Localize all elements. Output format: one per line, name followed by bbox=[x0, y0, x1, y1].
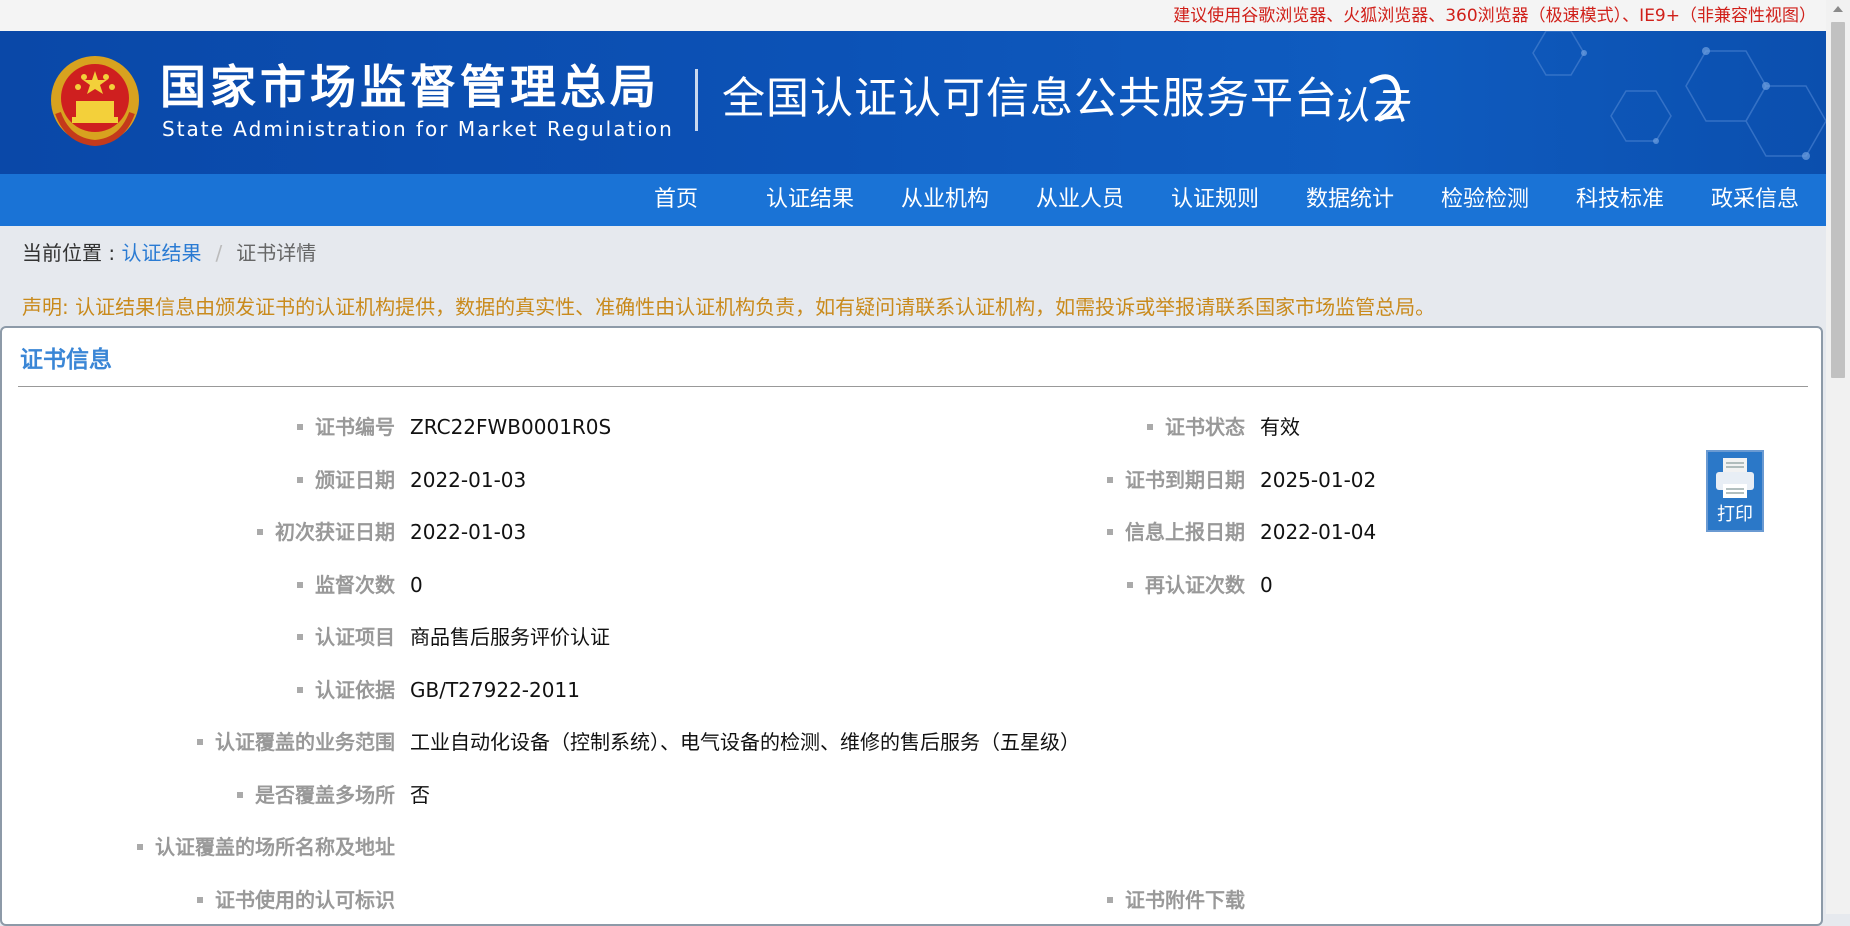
field-cert-item: 认证项目 bbox=[2, 622, 395, 652]
print-label: 打印 bbox=[1717, 504, 1753, 525]
field-attachment-download: 证书附件下载 bbox=[2, 885, 1245, 915]
field-label: 认证依据 bbox=[297, 675, 395, 705]
field-label: 是否覆盖多场所 bbox=[237, 780, 395, 810]
national-emblem-icon bbox=[51, 56, 139, 147]
section-title: 证书信息 bbox=[20, 347, 112, 373]
nav-cert-results[interactable]: 认证结果 bbox=[766, 186, 854, 214]
browser-notice-bar: 建议使用谷歌浏览器、火狐浏览器、360浏览器（极速模式）、IE9+（非兼容性视图… bbox=[0, 0, 1826, 31]
nav-personnel[interactable]: 从业人员 bbox=[1036, 186, 1124, 214]
scroll-up-arrow-icon[interactable] bbox=[1833, 6, 1843, 12]
field-label: 信息上报日期 bbox=[1107, 517, 1245, 547]
nav-cert-rules[interactable]: 认证规则 bbox=[1171, 186, 1259, 214]
breadcrumb: 当前位置 : 认证结果 / 证书详情 bbox=[22, 240, 316, 266]
header-banner: 国家市场监督管理总局 State Administration for Mark… bbox=[0, 31, 1826, 174]
field-value-expiry-date: 2025-01-02 bbox=[1260, 468, 1377, 492]
disclaimer-text: 声明: 认证结果信息由颁发证书的认证机构提供，数据的真实性、准确性由认证机构负责… bbox=[22, 295, 1436, 319]
nav-inspection[interactable]: 检验检测 bbox=[1441, 186, 1529, 214]
printer-icon bbox=[1716, 458, 1754, 498]
platform-title: 全国认证认可信息公共服务平台 bbox=[722, 74, 1338, 124]
scrollbar-thumb[interactable] bbox=[1831, 22, 1845, 378]
field-business-scope: 认证覆盖的业务范围 bbox=[2, 727, 395, 757]
field-expiry-date: 证书到期日期 bbox=[2, 465, 1245, 495]
field-cert-status: 证书状态 bbox=[2, 412, 1245, 442]
section-divider bbox=[18, 386, 1808, 387]
field-value-multi-site: 否 bbox=[410, 783, 430, 807]
field-label: 证书状态 bbox=[1147, 412, 1245, 442]
header-divider bbox=[695, 69, 698, 131]
field-site-address: 认证覆盖的场所名称及地址 bbox=[2, 832, 395, 862]
field-value-cert-item: 商品售后服务评价认证 bbox=[410, 625, 610, 649]
nav-procurement[interactable]: 政采信息 bbox=[1711, 186, 1799, 214]
field-cert-basis: 认证依据 bbox=[2, 675, 395, 705]
breadcrumb-prefix: 当前位置 : bbox=[22, 241, 122, 265]
field-label: 认证项目 bbox=[297, 622, 395, 652]
breadcrumb-link-cert-results[interactable]: 认证结果 bbox=[121, 241, 201, 265]
agency-name-cn: 国家市场监督管理总局 bbox=[160, 60, 660, 114]
field-label: 证书附件下载 bbox=[1107, 885, 1245, 915]
field-label: 认证覆盖的场所名称及地址 bbox=[137, 832, 395, 862]
vertical-scrollbar[interactable] bbox=[1826, 0, 1850, 914]
field-value-recert-count: 0 bbox=[1260, 573, 1273, 597]
field-value-business-scope: 工业自动化设备（控制系统）、电气设备的检测、维修的售后服务（五星级） bbox=[410, 730, 1080, 754]
nav-home[interactable]: 首页 bbox=[654, 186, 698, 214]
field-value-cert-basis: GB/T27922-2011 bbox=[410, 678, 580, 702]
field-multi-site: 是否覆盖多场所 bbox=[2, 780, 395, 810]
field-recert-count: 再认证次数 bbox=[2, 570, 1245, 600]
field-report-date: 信息上报日期 bbox=[2, 517, 1245, 547]
breadcrumb-current: 证书详情 bbox=[236, 241, 317, 265]
field-label: 再认证次数 bbox=[1127, 570, 1245, 600]
nav-tech-standards[interactable]: 科技标准 bbox=[1576, 186, 1664, 214]
field-label: 认证覆盖的业务范围 bbox=[197, 727, 395, 757]
hexagon-pattern-decoration bbox=[1532, 31, 1826, 160]
field-value-report-date: 2022-01-04 bbox=[1260, 520, 1377, 544]
field-value-cert-status: 有效 bbox=[1260, 415, 1300, 439]
breadcrumb-separator: / bbox=[215, 241, 223, 265]
certificate-info-panel: 证书信息 证书编号 ZRC22FWB0001R0S 颁证日期 2022-01-0… bbox=[0, 326, 1823, 926]
main-nav: 首页 认证结果 从业机构 从业人员 认证规则 数据统计 检验检测 科技标准 政采… bbox=[0, 174, 1826, 226]
browser-notice: 建议使用谷歌浏览器、火狐浏览器、360浏览器（极速模式）、IE9+（非兼容性视图… bbox=[1173, 6, 1816, 26]
agency-name-en: State Administration for Market Regulati… bbox=[162, 117, 674, 141]
print-button[interactable]: 打印 bbox=[1706, 450, 1764, 532]
nav-statistics[interactable]: 数据统计 bbox=[1306, 186, 1394, 214]
nav-institutions[interactable]: 从业机构 bbox=[901, 186, 989, 214]
field-label: 证书到期日期 bbox=[1107, 465, 1245, 495]
renyun-logo-icon: 认云 bbox=[1332, 74, 1411, 128]
